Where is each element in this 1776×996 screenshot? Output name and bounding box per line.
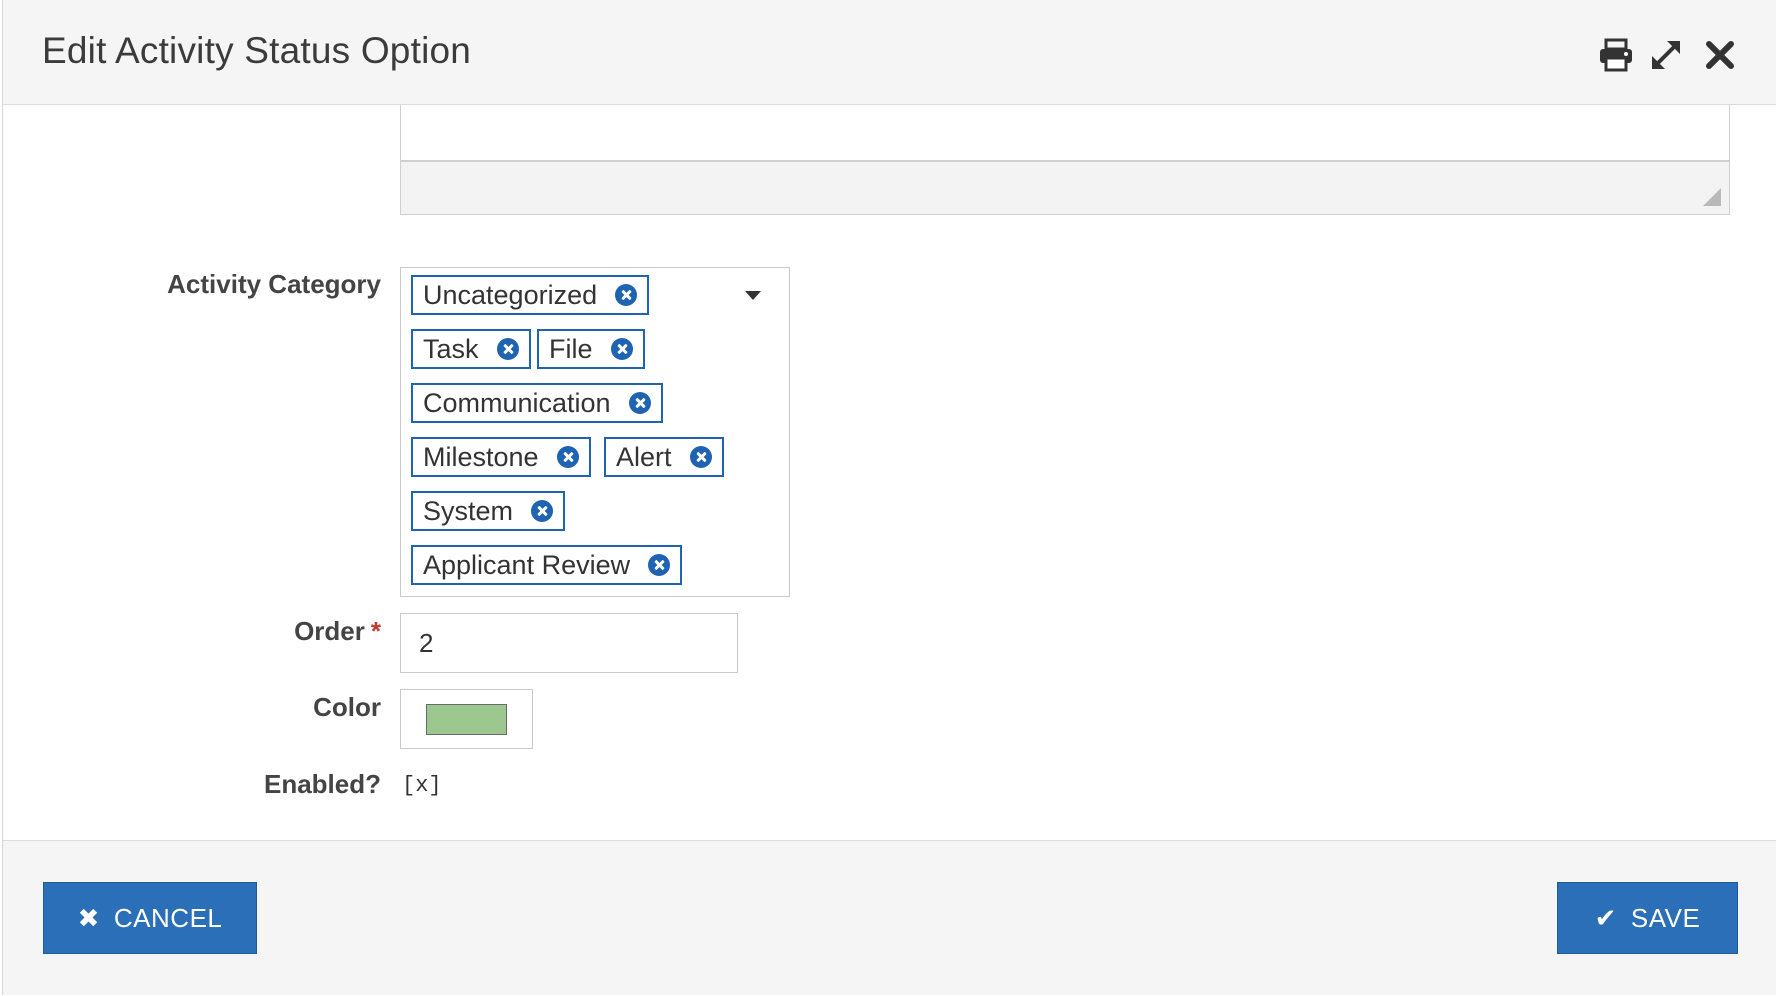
color-label: Color bbox=[313, 692, 381, 722]
tag-label: Uncategorized bbox=[423, 279, 598, 310]
category-tag: Task bbox=[411, 329, 531, 369]
close-icon: ✖ bbox=[77, 902, 100, 933]
tag-label: Alert bbox=[616, 441, 672, 472]
color-picker-button[interactable] bbox=[400, 689, 533, 749]
save-label: SAVE bbox=[1630, 902, 1701, 933]
edit-dialog: Edit Activity Status Option Activity Cat… bbox=[2, 0, 1776, 995]
description-textarea[interactable] bbox=[400, 105, 1730, 161]
dialog-title: Edit Activity Status Option bbox=[42, 30, 472, 71]
save-button[interactable]: ✔ SAVE bbox=[1557, 882, 1738, 954]
category-tag: Alert bbox=[604, 437, 724, 477]
tag-label: System bbox=[423, 495, 514, 526]
tag-label: Task bbox=[423, 333, 479, 364]
remove-tag-icon[interactable] bbox=[648, 554, 671, 576]
remove-tag-icon[interactable] bbox=[556, 446, 579, 468]
category-tag: System bbox=[411, 491, 566, 531]
category-tag: Applicant Review bbox=[411, 545, 683, 585]
enabled-label: Enabled? bbox=[263, 769, 381, 799]
activity-category-label: Activity Category bbox=[167, 269, 381, 299]
category-tag: Communication bbox=[411, 383, 663, 423]
tag-label: Applicant Review bbox=[423, 549, 631, 580]
tag-label: Milestone bbox=[423, 441, 539, 472]
order-label-text: Order bbox=[294, 616, 365, 646]
activity-category-select[interactable]: Uncategorized Task File Communication Mi… bbox=[400, 267, 790, 597]
resize-grip-icon[interactable] bbox=[1703, 188, 1721, 206]
remove-tag-icon[interactable] bbox=[496, 338, 519, 360]
required-marker: * bbox=[370, 616, 381, 646]
cancel-button[interactable]: ✖ CANCEL bbox=[43, 882, 257, 954]
remove-tag-icon[interactable] bbox=[531, 500, 554, 522]
dialog-header: Edit Activity Status Option bbox=[3, 0, 1776, 105]
order-label: Order * bbox=[294, 616, 381, 647]
category-tag: File bbox=[537, 329, 645, 369]
print-icon[interactable] bbox=[1597, 36, 1635, 74]
remove-tag-icon[interactable] bbox=[615, 284, 638, 306]
check-icon: ✔ bbox=[1594, 902, 1617, 933]
category-tag: Uncategorized bbox=[411, 275, 650, 315]
cancel-label: CANCEL bbox=[113, 902, 223, 933]
textarea-footer bbox=[400, 161, 1730, 215]
remove-tag-icon[interactable] bbox=[689, 446, 712, 468]
color-swatch bbox=[426, 704, 507, 735]
tag-label: File bbox=[549, 333, 593, 364]
remove-tag-icon[interactable] bbox=[628, 392, 651, 414]
order-input[interactable]: 2 bbox=[400, 613, 738, 673]
dialog-body: Activity Category Uncategorized Task Fil… bbox=[3, 105, 1776, 839]
dialog-footer: ✖ CANCEL ✔ SAVE bbox=[3, 840, 1776, 995]
remove-tag-icon[interactable] bbox=[610, 338, 633, 360]
tag-label: Communication bbox=[423, 387, 611, 418]
chevron-down-icon[interactable] bbox=[745, 291, 761, 300]
enabled-value[interactable]: [x] bbox=[402, 773, 442, 798]
close-icon[interactable] bbox=[1701, 36, 1739, 74]
category-tag: Milestone bbox=[411, 437, 591, 477]
expand-icon[interactable] bbox=[1647, 36, 1685, 74]
